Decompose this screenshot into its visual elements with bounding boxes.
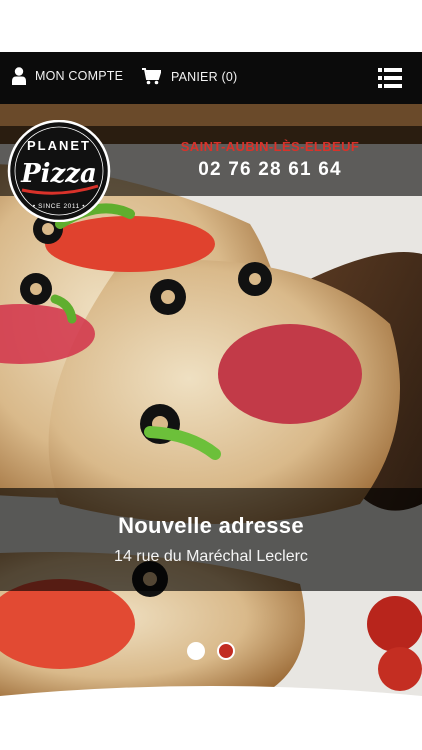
menu-icon[interactable] — [378, 68, 402, 88]
planet-pizza-logo[interactable]: PLANET Pizza • SINCE 2011 • — [4, 120, 114, 222]
slide-subtitle: 14 rue du Maréchal Leclerc — [114, 548, 308, 565]
carousel-dot-1[interactable] — [187, 642, 205, 660]
account-label: MON COMPTE — [35, 69, 124, 83]
carousel-dot-2[interactable] — [217, 642, 235, 660]
cart-link[interactable]: PANIER (0) — [142, 68, 237, 85]
navbar: MON COMPTE PANIER (0) — [0, 52, 422, 104]
user-icon — [12, 67, 26, 85]
logo-since-text: • SINCE 2011 • — [33, 203, 85, 210]
phone-number[interactable]: 02 76 28 61 64 — [170, 159, 370, 181]
slide-title: Nouvelle adresse — [118, 513, 304, 538]
logo-top-text: PLANET — [27, 138, 91, 153]
cart-icon — [142, 68, 161, 85]
bottom-curve — [0, 686, 422, 750]
slide-caption-band — [0, 488, 422, 591]
logo-main-text: Pizza — [20, 159, 97, 189]
account-link[interactable]: MON COMPTE — [12, 67, 123, 85]
status-area — [0, 0, 422, 52]
cart-label: PANIER (0) — [171, 69, 238, 84]
city-name: SAINT-AUBIN-LÈS-ELBEUF — [180, 139, 360, 154]
